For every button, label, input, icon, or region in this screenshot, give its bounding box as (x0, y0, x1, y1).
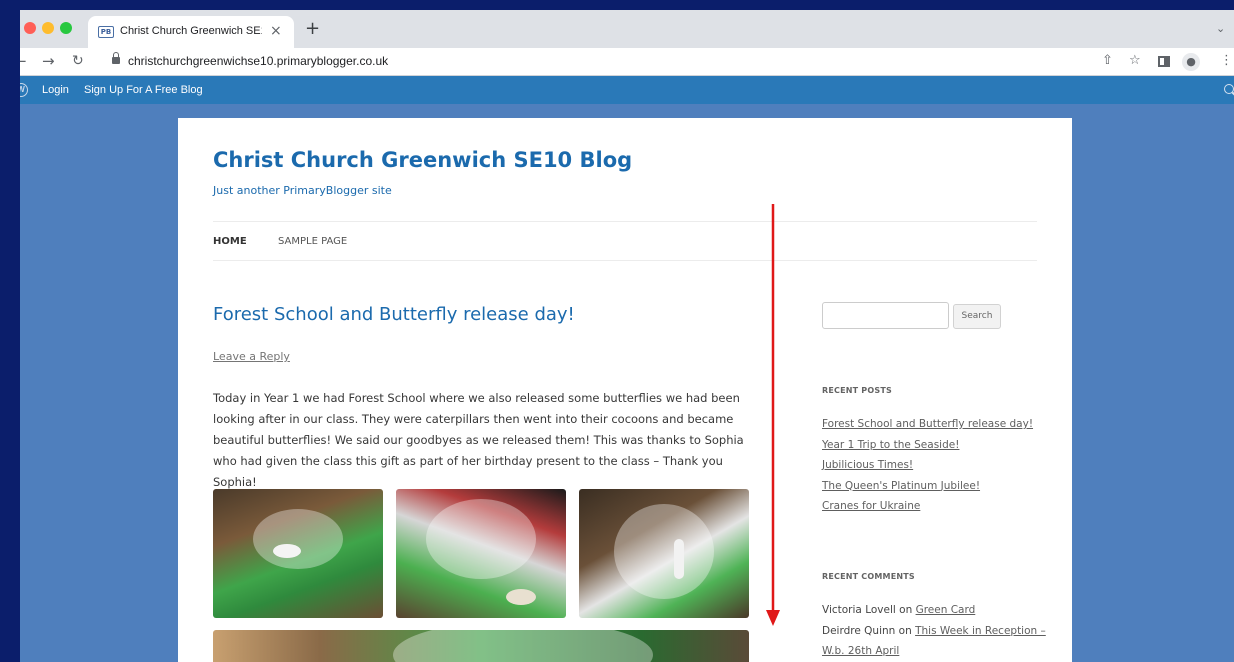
photo-detail (614, 504, 714, 599)
search-input[interactable] (822, 302, 949, 329)
photo-detail (426, 499, 536, 579)
recent-comments-list: Victoria Lovell on Green Card Deirdre Qu… (822, 600, 1052, 662)
post-photo[interactable] (213, 489, 383, 618)
post-photo[interactable] (579, 489, 749, 618)
tab-close-icon[interactable]: × (270, 23, 282, 39)
tab-strip: PB Christ Church Greenwich SE10 × + ⌄ (20, 10, 1234, 48)
recent-posts-heading: RECENT POSTS (822, 386, 892, 395)
browser-toolbar: ← → ↻ christchurchgreenwichse10.primaryb… (20, 48, 1234, 76)
address-bar[interactable]: christchurchgreenwichse10.primaryblogger… (128, 54, 388, 68)
search-button[interactable]: Search (953, 304, 1001, 329)
leave-reply-link[interactable]: Leave a Reply (213, 350, 290, 363)
share-icon[interactable]: ⇧ (1102, 53, 1113, 68)
primaryblogger-favicon-icon: PB (98, 26, 114, 38)
site-tagline: Just another PrimaryBlogger site (213, 184, 392, 197)
site-title[interactable]: Christ Church Greenwich SE10 Blog (213, 148, 632, 172)
wp-admin-bar: W Login Sign Up For A Free Blog (20, 76, 1234, 104)
comment-on: on (898, 624, 912, 637)
search-icon[interactable] (1224, 84, 1234, 94)
minimize-window-button[interactable] (42, 22, 54, 34)
tab-list-chevron-icon[interactable]: ⌄ (1216, 22, 1225, 35)
photo-detail (674, 539, 684, 579)
recent-post-link[interactable]: Jubilicious Times! (822, 455, 1033, 476)
divider (213, 260, 1037, 261)
photo-detail (393, 630, 653, 662)
scroll-down-annotation-arrow (766, 204, 780, 626)
lock-icon[interactable] (112, 52, 120, 64)
tab-title: Christ Church Greenwich SE10 (120, 25, 262, 37)
browser-menu-icon[interactable]: ⋮ (1220, 53, 1233, 68)
post-photo[interactable] (213, 630, 749, 662)
back-arrow-icon[interactable]: ← (20, 52, 27, 70)
recent-post-link[interactable]: Cranes for Ukraine (822, 496, 1033, 517)
reload-icon[interactable]: ↻ (72, 53, 84, 69)
divider (213, 221, 1037, 222)
bookmark-star-icon[interactable]: ☆ (1129, 53, 1141, 68)
photo-detail (506, 589, 536, 605)
close-window-button[interactable] (24, 22, 36, 34)
post-body: Today in Year 1 we had Forest School whe… (213, 391, 744, 489)
nav-item-sample-page[interactable]: SAMPLE PAGE (278, 236, 347, 247)
recent-post-link[interactable]: The Queen's Platinum Jubilee! (822, 476, 1033, 497)
wordpress-logo-icon[interactable]: W (20, 83, 28, 97)
comment-post-link[interactable]: Green Card (916, 604, 976, 616)
browser-window: PB Christ Church Greenwich SE10 × + ⌄ ← … (20, 10, 1234, 662)
comment-author: Deirdre Quinn (822, 624, 896, 637)
recent-posts-list: Forest School and Butterfly release day!… (822, 414, 1033, 517)
arrow-head (766, 610, 780, 626)
side-panel-icon[interactable] (1158, 56, 1170, 67)
browser-tab[interactable]: PB Christ Church Greenwich SE10 × (88, 16, 294, 48)
post-photo[interactable] (396, 489, 566, 618)
photo-detail (273, 544, 301, 558)
recent-comments-heading: RECENT COMMENTS (822, 572, 915, 581)
post-title[interactable]: Forest School and Butterfly release day! (213, 304, 575, 325)
new-tab-button[interactable]: + (305, 20, 320, 38)
profile-avatar-icon[interactable]: ● (1182, 53, 1200, 71)
comment-item: Victoria Lovell on Green Card (822, 600, 1052, 621)
comment-author: Victoria Lovell (822, 604, 896, 616)
comment-on: on (899, 604, 913, 616)
recent-post-link[interactable]: Year 1 Trip to the Seaside! (822, 435, 1033, 456)
forward-arrow-icon[interactable]: → (42, 52, 55, 70)
login-link[interactable]: Login (42, 84, 69, 96)
recent-post-link[interactable]: Forest School and Butterfly release day! (822, 414, 1033, 435)
photo-detail (253, 509, 343, 569)
comment-item: Deirdre Quinn on This Week in Reception … (822, 621, 1052, 662)
site-page: Christ Church Greenwich SE10 Blog Just a… (178, 118, 1072, 662)
maximize-window-button[interactable] (60, 22, 72, 34)
signup-link[interactable]: Sign Up For A Free Blog (84, 84, 203, 96)
nav-item-home[interactable]: HOME (213, 236, 247, 247)
